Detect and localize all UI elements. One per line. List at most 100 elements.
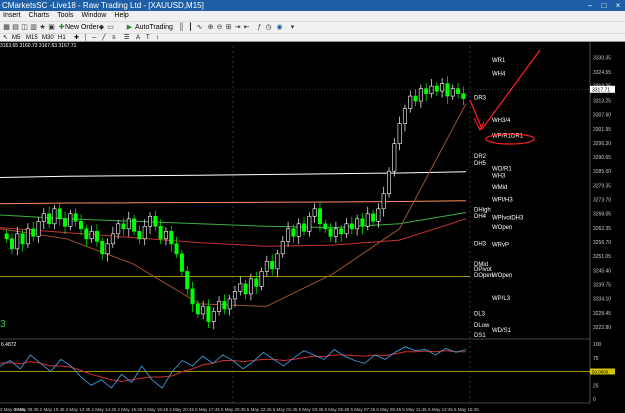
data-window-icon[interactable]: ▥ xyxy=(30,24,37,31)
level-label: DH5 xyxy=(474,161,487,167)
time-tick: 2 May 16:45 xyxy=(117,407,142,412)
candle-body xyxy=(158,226,163,240)
candle-body xyxy=(413,95,418,102)
level-label: WP/L3 xyxy=(492,296,511,302)
menu-window[interactable]: Window xyxy=(81,11,106,21)
candle-body xyxy=(100,241,105,255)
level-label: DHigh xyxy=(474,207,491,213)
candle-body xyxy=(57,208,62,220)
moving-averages xyxy=(0,103,467,307)
autotrading-button[interactable]: AutoTrading xyxy=(135,23,173,33)
candle-body xyxy=(36,220,41,237)
menu-tools[interactable]: Tools xyxy=(57,11,73,21)
oscillator-tick: 100 xyxy=(593,342,602,348)
candle-body xyxy=(222,301,227,310)
time-tick: 5 May 09:45 xyxy=(376,407,401,412)
candle-body xyxy=(163,231,168,240)
candle-body xyxy=(254,278,259,287)
line-chart-icon[interactable]: ∿ xyxy=(196,24,203,31)
candle-body xyxy=(206,306,211,322)
candle-body xyxy=(15,233,20,250)
templates-icon[interactable]: ◉ xyxy=(276,24,283,31)
candle-body xyxy=(227,298,232,310)
level-label: WPI/H3 xyxy=(492,198,513,204)
level-label: DH3 xyxy=(474,241,487,247)
candle-body xyxy=(148,215,153,227)
window-title-bar: CMarketsSC -Live18 - Raw Trading Ltd - [… xyxy=(0,0,625,11)
time-tick: 5 May 20:45 xyxy=(221,407,246,412)
level-label: WOpen xyxy=(492,225,512,231)
candle-body xyxy=(174,243,179,255)
price-tick: 3290.65 xyxy=(593,155,611,161)
price-tick: 3222.80 xyxy=(593,325,611,331)
candle-body xyxy=(20,233,25,245)
navigator-icon[interactable]: ★ xyxy=(39,24,46,31)
price-tick: 3285.00 xyxy=(593,169,611,175)
minimize-button[interactable]: – xyxy=(583,0,597,11)
candle-body xyxy=(201,306,206,315)
profiles-icon[interactable]: ▤ xyxy=(12,24,19,31)
menu-help[interactable]: Help xyxy=(114,11,128,21)
time-tick: 5 May 03:45 xyxy=(299,407,324,412)
metaeditor-icon[interactable]: ◆ xyxy=(98,24,105,31)
candle-body xyxy=(317,208,322,225)
terminal-icon[interactable]: ▣ xyxy=(48,24,55,31)
zoom-out-icon[interactable]: ⊖ xyxy=(216,24,223,31)
new-order-icon[interactable]: ✚ xyxy=(58,24,65,31)
candle-body xyxy=(291,228,296,237)
price-tick: 3262.35 xyxy=(593,226,611,232)
new-chart-icon[interactable]: ▦ xyxy=(3,24,10,31)
price-tick: 3245.40 xyxy=(593,268,611,274)
candle-body xyxy=(355,218,360,230)
candlestick-icon[interactable]: ┃ xyxy=(187,24,194,31)
candle-body xyxy=(63,218,68,227)
bar-chart-icon[interactable]: ║ xyxy=(178,24,185,31)
candle-body xyxy=(142,226,147,240)
candle-body xyxy=(296,223,301,237)
indicators-icon[interactable]: ƒ xyxy=(256,24,263,31)
candle-body xyxy=(445,83,450,97)
zoom-in-icon[interactable]: ⊕ xyxy=(207,24,214,31)
level-label: DPivot xyxy=(474,267,492,273)
market-watch-icon[interactable]: ◫ xyxy=(21,24,28,31)
candle-body xyxy=(360,218,365,227)
candle-body xyxy=(47,213,52,225)
time-tick: 5 May 15:45 xyxy=(454,407,479,412)
time-tick: 2 May 14:45 xyxy=(92,407,117,412)
autoscroll-icon[interactable]: ⇥ xyxy=(234,24,241,31)
current-price-label: 3317.71 xyxy=(592,87,610,93)
new-order-button[interactable]: New Order xyxy=(65,23,99,33)
tile-windows-icon[interactable]: ⊞ xyxy=(225,24,232,31)
level-label: WOpen xyxy=(492,273,512,279)
chart-shift-icon[interactable]: ⇤ xyxy=(243,24,250,31)
candle-body xyxy=(392,143,397,172)
periods-icon[interactable]: ◷ xyxy=(265,24,272,31)
price-chart[interactable]: WR1WH4DR3WH3/4WP/R1DR1DR2DH5WO/R1WH3WMid… xyxy=(0,42,625,413)
menu-charts[interactable]: Charts xyxy=(29,11,50,21)
level-label: WR1 xyxy=(492,58,506,64)
window-title: CMarketsSC -Live18 - Raw Trading Ltd - [… xyxy=(2,1,204,10)
candle-body xyxy=(418,88,423,102)
candle-body xyxy=(397,123,402,144)
moving-average-line xyxy=(0,103,467,307)
candle-body xyxy=(233,291,237,300)
price-tick: 3251.05 xyxy=(593,254,611,260)
level-label: DOpen xyxy=(474,273,493,279)
candle-body xyxy=(365,213,370,227)
candle-body xyxy=(371,213,376,222)
settings-icon[interactable]: ▾ xyxy=(289,24,296,31)
oscillator-tick: 25 xyxy=(593,383,599,389)
menu-insert[interactable]: Insert xyxy=(3,11,21,21)
candle-body xyxy=(381,193,386,210)
chart-bars-icon[interactable]: ▭ xyxy=(107,24,114,31)
candle-body xyxy=(132,218,137,232)
maximize-button[interactable]: □ xyxy=(597,0,611,11)
oscillator-value: 6.4872 xyxy=(1,342,17,348)
autotrading-icon[interactable]: ▶ xyxy=(126,24,133,31)
price-tick: 3273.70 xyxy=(593,198,611,204)
time-tick: 5 May 13:45 xyxy=(428,407,453,412)
candle-body xyxy=(328,228,333,237)
candle-body xyxy=(211,311,216,322)
close-button[interactable]: × xyxy=(611,0,625,11)
candle-body xyxy=(68,213,73,227)
